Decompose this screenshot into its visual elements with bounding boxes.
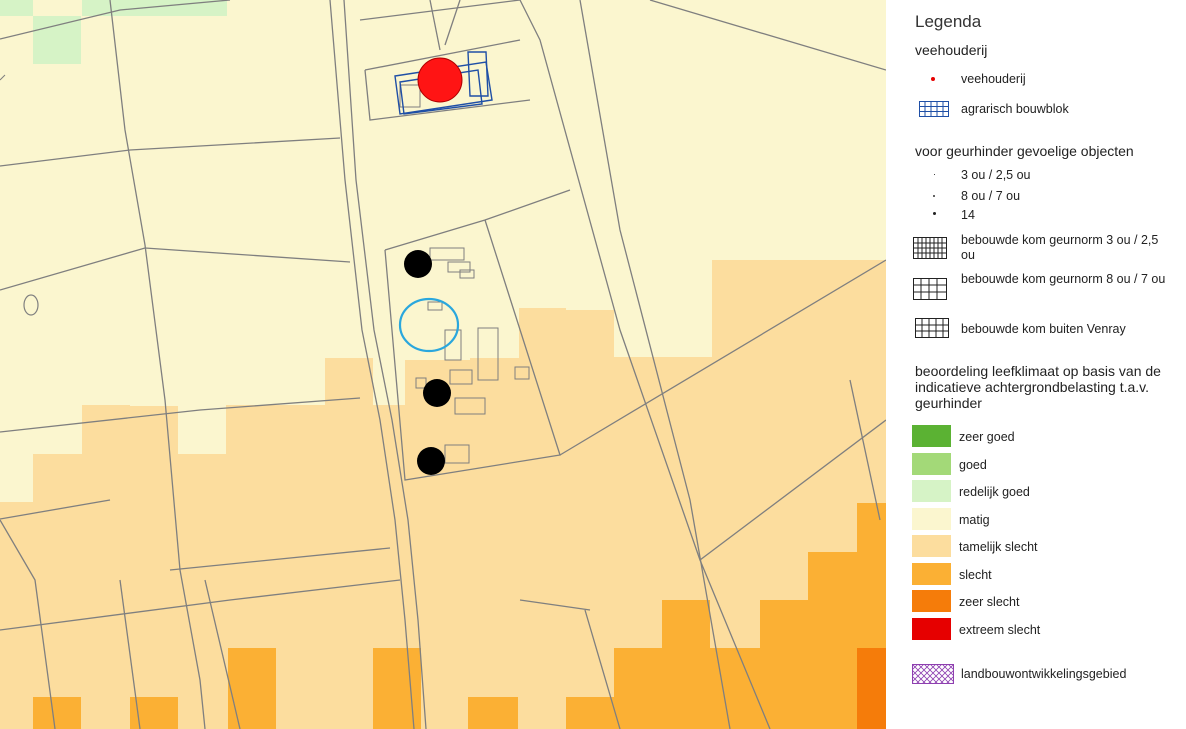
grid-coarse-icon — [915, 318, 949, 338]
veehouderij-marker[interactable] — [417, 57, 463, 103]
legend-class-label: redelijk goed — [959, 485, 1030, 499]
swatch-slecht — [912, 563, 951, 585]
map-legend: Legenda veehouderij veehouderij agrarisc… — [886, 0, 1186, 729]
grid-medium-icon — [913, 278, 947, 300]
legend-kom-label: bebouwde kom buiten Venray — [961, 322, 1126, 336]
legend-object-label: 8 ou / 7 ou — [961, 189, 1021, 203]
map-canvas[interactable] — [0, 0, 886, 729]
legend-class-label: zeer slecht — [959, 595, 1020, 609]
swatch-redelijk-goed — [912, 480, 951, 502]
swatch-matig — [912, 508, 951, 530]
legend-kom-label: bebouwde kom geurnorm 8 ou / 7 ou — [961, 272, 1166, 286]
zone-zeer-slecht — [857, 648, 886, 729]
legend-class-label: slecht — [959, 568, 992, 582]
legend-objects-header: voor geurhinder gevoelige objecten — [915, 143, 1134, 159]
object-marker[interactable] — [417, 447, 445, 475]
dot-medium-icon — [933, 195, 935, 197]
legend-class-label: matig — [959, 513, 990, 527]
legend-class-header: beoordeling leefklimaat op basis van de … — [915, 363, 1161, 411]
legend-class-label: tamelijk slecht — [959, 540, 1038, 554]
swatch-tamelijk-slecht — [912, 535, 951, 557]
legend-kom-label: bebouwde kom geurnorm 3 ou / 2,5 ou — [961, 233, 1159, 262]
legend-veehouderij-header: veehouderij — [915, 42, 988, 58]
object-marker[interactable] — [404, 250, 432, 278]
object-marker[interactable] — [423, 379, 451, 407]
map-svg — [0, 0, 886, 729]
veehouderij-dot-icon — [931, 77, 935, 81]
legend-title: Legenda — [915, 12, 982, 31]
swatch-goed — [912, 453, 951, 475]
legend-class-label: zeer goed — [959, 430, 1015, 444]
swatch-zeer-goed — [912, 425, 951, 447]
swatch-zeer-slecht — [912, 590, 951, 612]
hatch-icon — [912, 664, 954, 684]
legend-class-label: extreem slecht — [959, 623, 1041, 637]
dot-small-icon — [934, 174, 935, 175]
grid-dense-icon — [913, 237, 947, 259]
legend-bouwblok-label: agrarisch bouwblok — [961, 102, 1069, 116]
legend-object-label: 14 — [961, 208, 975, 222]
legend-veehouderij-label: veehouderij — [961, 72, 1026, 86]
legend-object-label: 3 ou / 2,5 ou — [961, 168, 1031, 182]
legend-ontwikkeling-label: landbouwontwikkelingsgebied — [961, 667, 1127, 681]
bouwblok-icon — [919, 101, 949, 117]
legend-class-label: goed — [959, 458, 987, 472]
swatch-extreem-slecht — [912, 618, 951, 640]
dot-large-icon — [933, 212, 936, 215]
